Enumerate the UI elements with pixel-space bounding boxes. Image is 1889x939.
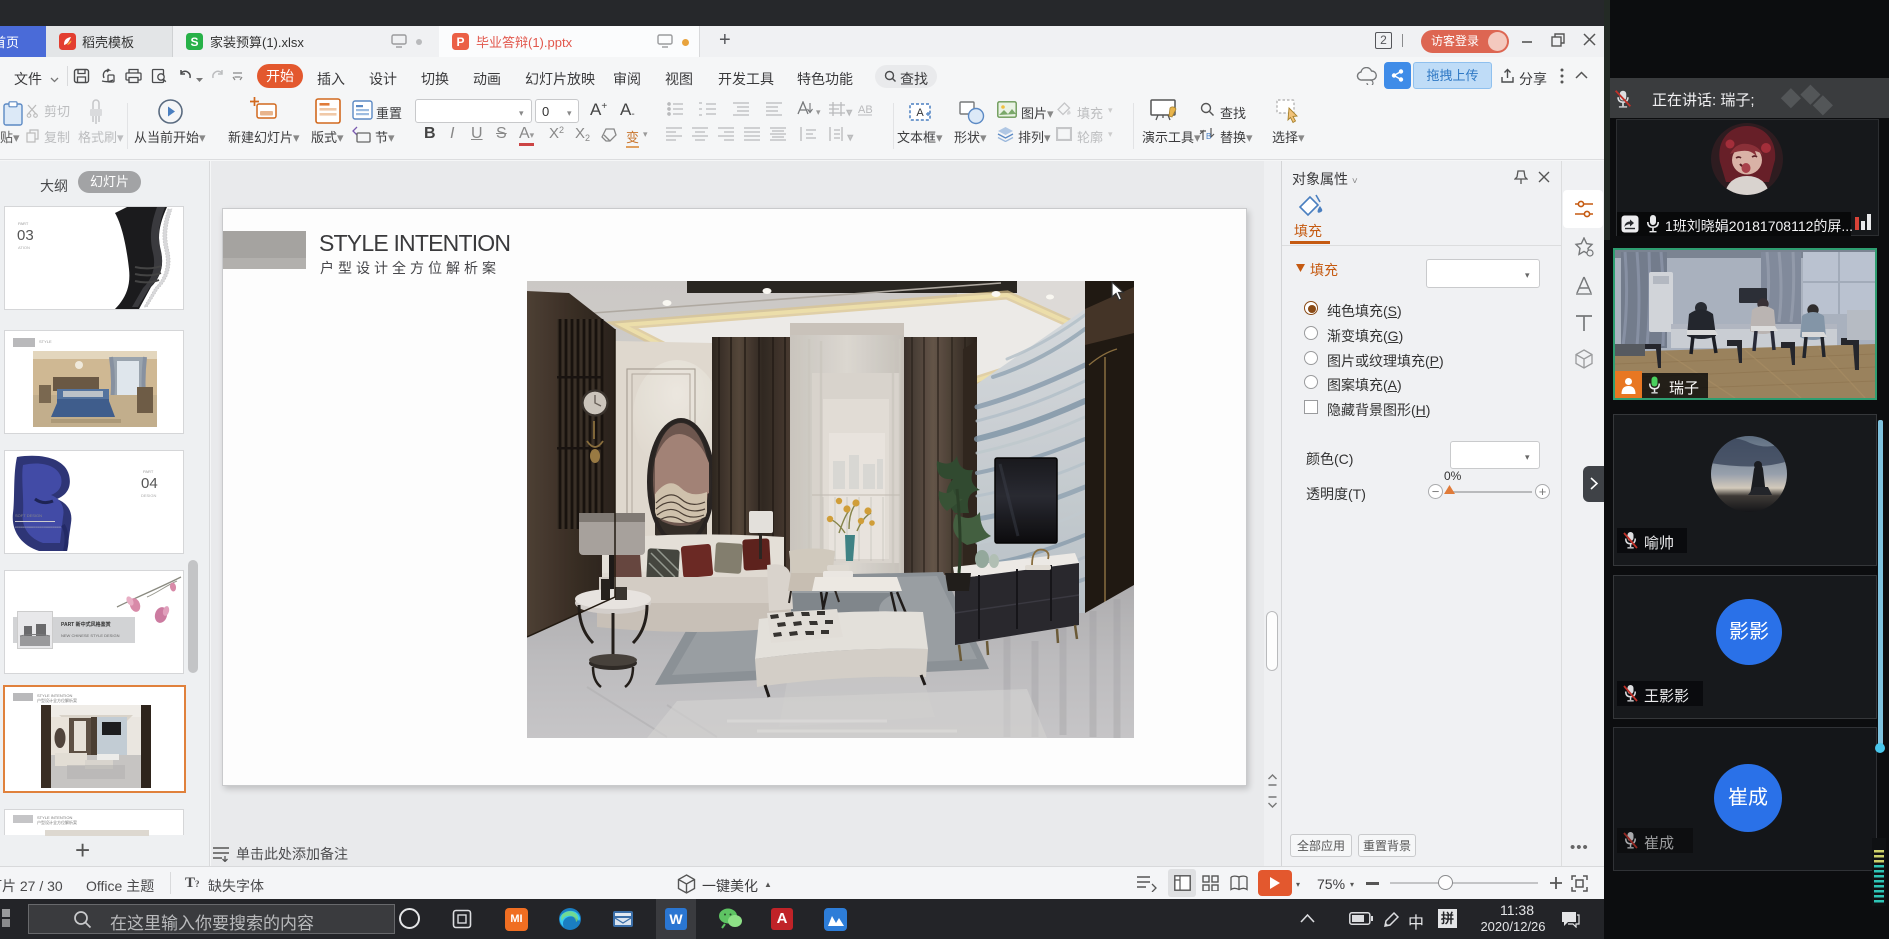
svg-text:AB: AB [858, 104, 873, 116]
svg-text:▾: ▾ [816, 107, 821, 117]
svg-text:B: B [1206, 132, 1211, 141]
svg-text:▾: ▾ [847, 107, 852, 117]
svg-text:P: P [456, 35, 464, 49]
svg-text:A: A [916, 107, 924, 119]
svg-text:▾: ▾ [848, 132, 853, 142]
svg-text:S: S [190, 35, 198, 49]
